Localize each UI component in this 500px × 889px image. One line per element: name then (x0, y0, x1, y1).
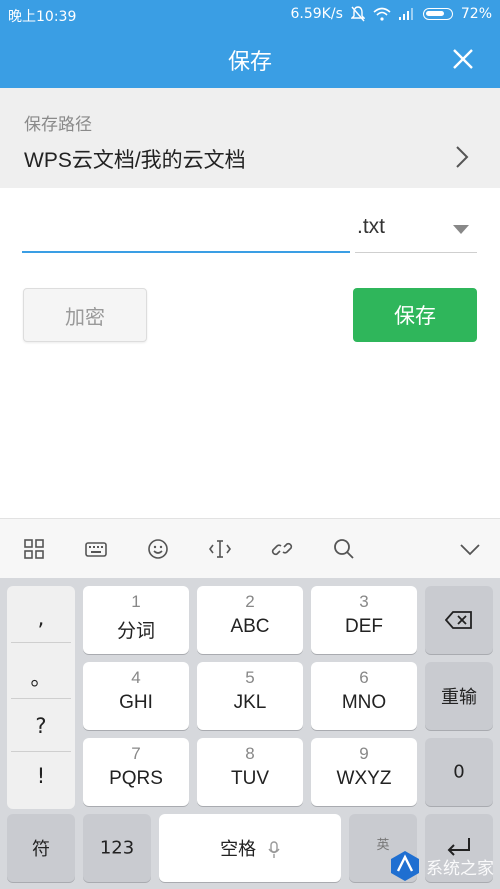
key-number: 7 (131, 744, 141, 763)
extension-select[interactable]: .txt (355, 205, 477, 253)
zero-label: 0 (453, 761, 465, 783)
numbers-label: 123 (99, 837, 135, 859)
encrypt-button[interactable]: 加密 (23, 288, 147, 342)
keyboard-icon[interactable] (84, 537, 108, 561)
extension-value: .txt (357, 215, 386, 238)
status-time: 晚上10:39 (8, 9, 77, 25)
watermark-logo-icon (391, 851, 419, 881)
search-icon[interactable] (332, 537, 356, 561)
key-number: 4 (131, 668, 141, 687)
key-8[interactable]: 8 TUV (197, 738, 303, 806)
divider (11, 698, 71, 699)
key-number: 8 (245, 744, 255, 763)
chevron-down-icon[interactable] (458, 537, 482, 561)
dropdown-caret-icon (453, 225, 469, 234)
redo-input-key[interactable]: 重输 (425, 662, 493, 730)
key-3[interactable]: 3 DEF (311, 586, 417, 654)
space-label-wrap: 空格 (159, 835, 341, 861)
key-5[interactable]: 5 JKL (197, 662, 303, 730)
redo-input-label: 重输 (441, 687, 477, 708)
save-path-label: 保存路径 (24, 115, 92, 135)
keyboard-toolbar (0, 518, 500, 578)
key-number: 1 (131, 592, 141, 611)
wifi-icon (373, 7, 391, 21)
backspace-key[interactable] (425, 586, 493, 654)
symbol-key[interactable]: 符 (7, 814, 75, 882)
key-9[interactable]: 9 WXYZ (311, 738, 417, 806)
punct-question-key[interactable]: ? (7, 714, 75, 738)
key-letters: JKL (233, 692, 267, 713)
backspace-icon (445, 611, 472, 629)
watermark-text: 系统之家 (426, 858, 494, 879)
key-letters: WXYZ (336, 768, 392, 789)
key-number: 9 (359, 744, 369, 763)
key-2[interactable]: 2 ABC (197, 586, 303, 654)
symbol-label: 符 (32, 839, 50, 860)
battery-icon (422, 8, 453, 20)
key-number: 6 (359, 668, 369, 687)
key-number: 2 (245, 592, 255, 611)
key-1[interactable]: 1 分词 (83, 586, 189, 654)
save-path-value: WPS云文档/我的云文档 (24, 149, 246, 172)
grid-icon[interactable] (22, 537, 46, 561)
signal-icon (398, 8, 413, 20)
divider (11, 642, 71, 643)
keyboard: , 。 ? ! 1 分词 2 ABC 3 DEF 4 GHI 5 JKL 6 MNO 7 PQ… (0, 578, 500, 889)
punct-exclaim-key[interactable]: ! (7, 764, 75, 788)
close-icon[interactable] (448, 44, 478, 74)
filename-input[interactable] (22, 205, 350, 253)
microphone-icon (268, 841, 280, 858)
numbers-key[interactable]: 123 (83, 814, 151, 882)
key-number: 5 (245, 668, 255, 687)
key-6[interactable]: 6 MNO (311, 662, 417, 730)
status-bar: 晚上10:39 6.59K/s 72% (0, 0, 500, 30)
space-key[interactable]: 空格 (159, 814, 341, 882)
chevron-right-icon (456, 146, 469, 168)
space-label: 空格 (220, 839, 257, 860)
save-button[interactable]: 保存 (353, 288, 477, 342)
silent-bell-icon (350, 6, 365, 22)
watermark: 系统之家 (388, 849, 494, 883)
punct-comma-key[interactable]: , (7, 606, 75, 630)
key-letters: ABC (230, 616, 270, 637)
key-letters: MNO (341, 692, 387, 713)
title-bar: 保存 (0, 30, 500, 88)
key-letters: PQRS (109, 768, 163, 789)
divider (11, 751, 71, 752)
emoji-icon[interactable] (146, 537, 170, 561)
network-speed: 6.59K/s (290, 6, 343, 22)
key-4[interactable]: 4 GHI (83, 662, 189, 730)
save-path-row[interactable]: 保存路径 WPS云文档/我的云文档 (0, 88, 500, 188)
key-letters: DEF (345, 616, 383, 637)
page-title: 保存 (227, 50, 272, 75)
cursor-icon[interactable] (208, 537, 232, 561)
key-number: 3 (359, 592, 369, 611)
zero-key[interactable]: 0 (425, 738, 493, 806)
link-icon[interactable] (270, 537, 294, 561)
status-right: 6.59K/s 72% (291, 6, 493, 22)
key-letters: TUV (231, 768, 269, 789)
key-7[interactable]: 7 PQRS (83, 738, 189, 806)
battery-level: 72% (460, 6, 492, 22)
key-letters: 分词 (116, 621, 155, 642)
punct-period-key[interactable]: 。 (7, 662, 75, 692)
punctuation-column[interactable]: , 。 ? ! (7, 586, 75, 809)
key-letters: GHI (119, 692, 153, 713)
